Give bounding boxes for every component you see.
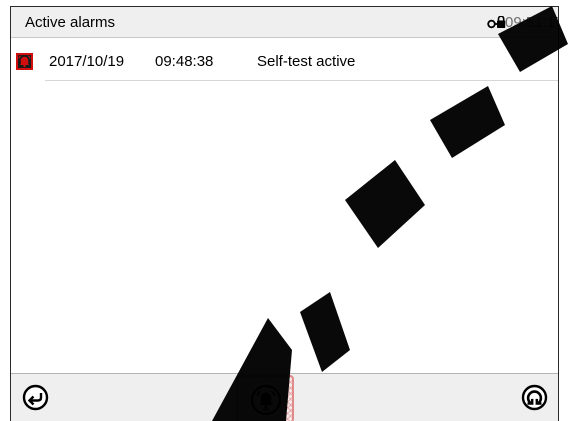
alarm-message: Self-test active (257, 53, 356, 70)
alarm-date: 2017/10/19 (49, 53, 125, 70)
alarm-screen: Active alarms 09:51:17 2017/10/19 09:48:… (10, 6, 559, 421)
alarm-bell-icon (16, 53, 33, 70)
mute-icon-circle (248, 382, 284, 418)
mute-alarm-button[interactable] (236, 375, 294, 421)
alarm-list-item[interactable]: 2017/10/19 09:48:38 Self-test active (11, 53, 558, 83)
page-title: Active alarms (25, 14, 116, 31)
clock-time: 09:51:17 (505, 14, 559, 31)
lock-key-icon (487, 16, 506, 29)
alarm-mute-icon (250, 384, 282, 416)
row-divider (45, 80, 558, 81)
back-arrow-icon (22, 384, 49, 411)
refresh-button[interactable] (521, 384, 548, 411)
refresh-icon (521, 384, 548, 411)
footer-bar (11, 373, 558, 421)
alarm-time: 09:48:38 (155, 53, 214, 70)
back-button[interactable] (22, 384, 49, 411)
header-bar: Active alarms 09:51:17 (11, 7, 558, 38)
